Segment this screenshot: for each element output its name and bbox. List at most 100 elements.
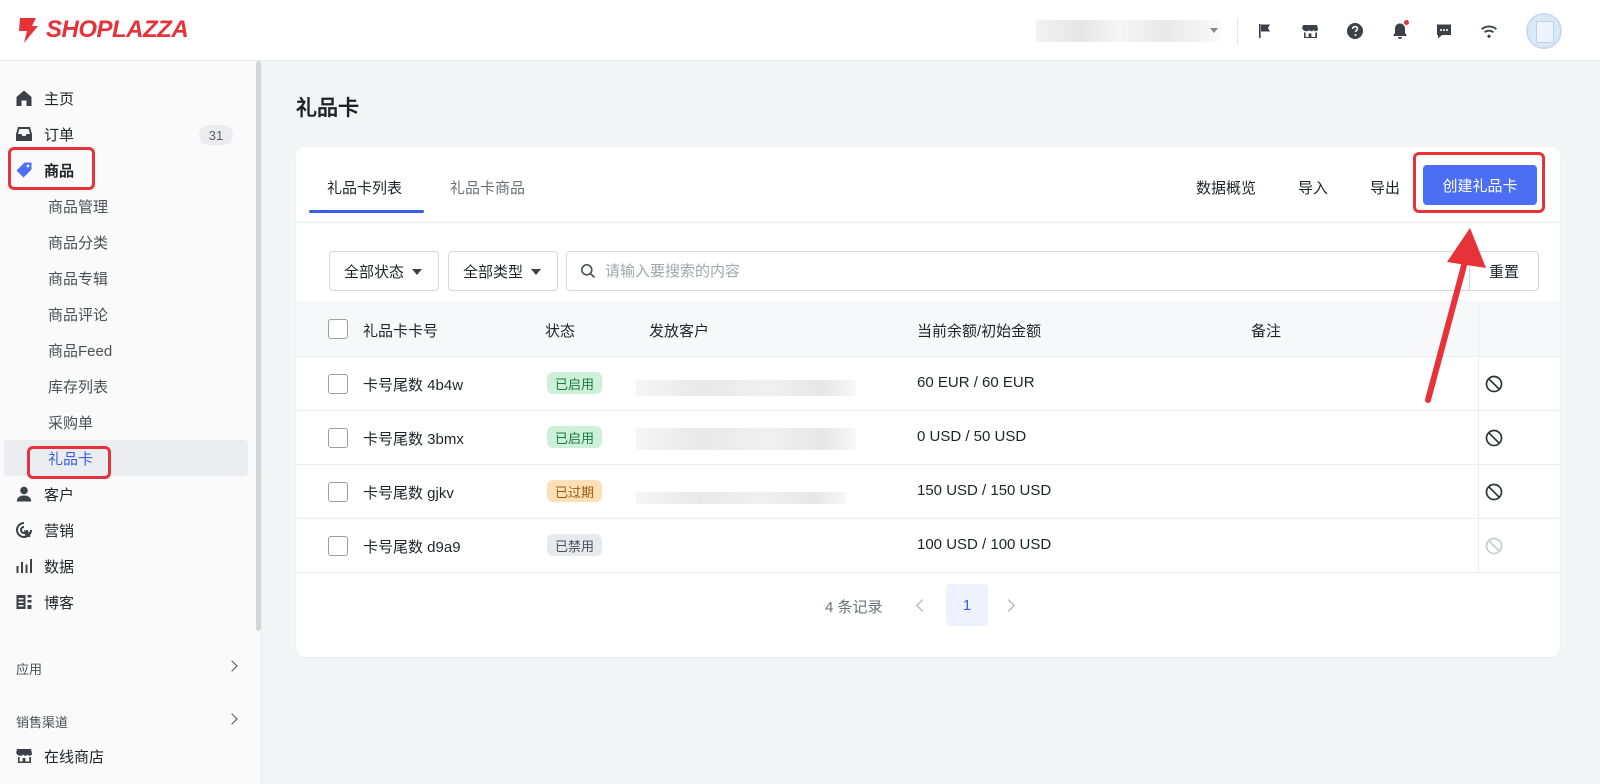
sidebar-item-label: 库存列表 (48, 378, 109, 396)
disable-icon[interactable] (1484, 374, 1504, 394)
balance-value: 150 USD / 150 USD (917, 482, 1052, 499)
flag-icon[interactable] (1254, 20, 1276, 42)
select-all-checkbox[interactable] (328, 319, 348, 339)
active-tab-indicator (309, 210, 424, 213)
sidebar-subitem-feed[interactable]: 商品Feed (0, 332, 248, 368)
column-header-status: 状态 (545, 323, 576, 340)
sidebar-subitem-reviews[interactable]: 商品评论 (0, 296, 248, 332)
record-count: 4 条记录 (825, 599, 883, 616)
search-field[interactable] (566, 251, 1470, 291)
logo-icon (19, 18, 38, 43)
column-divider (1478, 357, 1479, 573)
sidebar-item-label: 营销 (44, 522, 75, 540)
balance-value: 100 USD / 100 USD (917, 536, 1052, 553)
disable-icon[interactable] (1484, 428, 1504, 448)
chat-icon[interactable] (1433, 20, 1455, 42)
page-button-current[interactable]: 1 (946, 584, 988, 626)
annotation-highlight-create-button (1413, 152, 1545, 213)
section-label: 应用 (16, 662, 43, 677)
status-badge: 已过期 (547, 480, 603, 502)
page-title: 礼品卡 (296, 97, 359, 120)
search-icon (581, 264, 596, 279)
redacted-customer (636, 380, 856, 396)
sidebar-item-label: 商品分类 (48, 234, 109, 252)
sidebar-item-label: 在线商店 (44, 748, 105, 766)
sidebar-subitem-product-management[interactable]: 商品管理 (0, 188, 248, 224)
sidebar-subitem-purchase-orders[interactable]: 采购单 (0, 404, 248, 440)
sidebar-item-label: 订单 (44, 126, 75, 144)
bell-icon[interactable] (1389, 20, 1411, 42)
sidebar-item-label: 博客 (44, 594, 75, 612)
chevron-down-icon (1210, 28, 1218, 33)
caret-down-icon (531, 269, 541, 275)
row-checkbox[interactable] (328, 428, 348, 448)
row-checkbox[interactable] (328, 374, 348, 394)
import-link[interactable]: 导入 (1298, 177, 1328, 198)
card-number: 卡号尾数 4b4w (363, 377, 464, 394)
row-checkbox[interactable] (328, 536, 348, 556)
export-link[interactable]: 导出 (1370, 177, 1400, 198)
type-filter-select[interactable]: 全部类型 (448, 251, 558, 291)
sidebar-section-channels[interactable]: 销售渠道 (16, 712, 242, 731)
table-row[interactable]: 卡号尾数 d9a9 已禁用 100 USD / 100 USD (296, 519, 1560, 573)
store-selector[interactable] (1036, 20, 1220, 42)
sidebar-subitem-inventory[interactable]: 库存列表 (0, 368, 248, 404)
chevron-left-icon[interactable] (916, 599, 929, 612)
disable-icon[interactable] (1484, 482, 1504, 502)
section-label: 销售渠道 (16, 715, 69, 730)
table-header: 礼品卡卡号 状态 发放客户 当前余额/初始金额 备注 (296, 301, 1560, 357)
status-badge: 已禁用 (547, 534, 603, 556)
order-count-badge: 31 (199, 125, 233, 145)
sidebar-subitem-collections[interactable]: 商品专辑 (0, 260, 248, 296)
shoplazza-logo[interactable]: SHOPLAZZA (16, 16, 189, 44)
target-icon (15, 521, 33, 539)
sidebar-item-label: 商品管理 (48, 198, 109, 216)
blog-icon (15, 593, 33, 611)
avatar[interactable] (1526, 13, 1562, 49)
sidebar-scrollbar[interactable] (256, 61, 261, 631)
type-filter-label: 全部类型 (463, 263, 524, 281)
notification-dot (1404, 20, 1409, 25)
store-icon[interactable] (1299, 20, 1321, 42)
sidebar-item-marketing[interactable]: 营销 (0, 512, 248, 548)
data-overview-link[interactable]: 数据概览 (1196, 177, 1256, 198)
sidebar-item-blog[interactable]: 博客 (0, 584, 248, 620)
table-row[interactable]: 卡号尾数 3bmx 已启用 0 USD / 50 USD (296, 411, 1560, 465)
table-row[interactable]: 卡号尾数 4b4w 已启用 60 EUR / 60 EUR (296, 357, 1560, 411)
brand-name: SHOPLAZZA (46, 16, 189, 43)
divider (1237, 18, 1238, 44)
status-filter-select[interactable]: 全部状态 (329, 251, 439, 291)
annotation-highlight-products (8, 147, 95, 190)
sidebar-item-home[interactable]: 主页 (0, 80, 248, 116)
sidebar-item-label: 采购单 (48, 414, 94, 432)
balance-value: 0 USD / 50 USD (917, 428, 1027, 445)
reset-button[interactable]: 重置 (1469, 251, 1539, 291)
sidebar-item-label: 商品评论 (48, 306, 109, 324)
sidebar-subitem-categories[interactable]: 商品分类 (0, 224, 248, 260)
sidebar-item-customers[interactable]: 客户 (0, 476, 248, 512)
redacted-customer (636, 428, 856, 450)
tab-gift-card-list[interactable]: 礼品卡列表 (327, 177, 402, 198)
card-number: 卡号尾数 d9a9 (363, 539, 461, 556)
row-checkbox[interactable] (328, 482, 348, 502)
inbox-icon (15, 125, 33, 143)
table-row[interactable]: 卡号尾数 gjkv 已过期 150 USD / 150 USD (296, 465, 1560, 519)
status-filter-label: 全部状态 (344, 263, 405, 281)
balance-value: 60 EUR / 60 EUR (917, 374, 1035, 391)
card-number: 卡号尾数 3bmx (363, 431, 464, 448)
wifi-icon[interactable] (1478, 20, 1500, 42)
sidebar-section-apps[interactable]: 应用 (16, 659, 242, 678)
chevron-right-icon (226, 660, 238, 672)
column-header-balance: 当前余额/初始金额 (917, 323, 1042, 340)
sidebar-item-online-store[interactable]: 在线商店 (0, 738, 248, 774)
top-bar: SHOPLAZZA (0, 0, 1600, 61)
tab-gift-card-products[interactable]: 礼品卡商品 (450, 177, 525, 198)
search-input[interactable] (605, 258, 1405, 284)
sidebar-item-label: 商品专辑 (48, 270, 109, 288)
sidebar-item-analytics[interactable]: 数据 (0, 548, 248, 584)
help-icon[interactable] (1344, 20, 1366, 42)
status-badge: 已启用 (547, 426, 603, 448)
sidebar-item-label: 主页 (44, 90, 75, 108)
column-header-notes: 备注 (1251, 323, 1282, 340)
chevron-right-icon[interactable] (1002, 599, 1015, 612)
